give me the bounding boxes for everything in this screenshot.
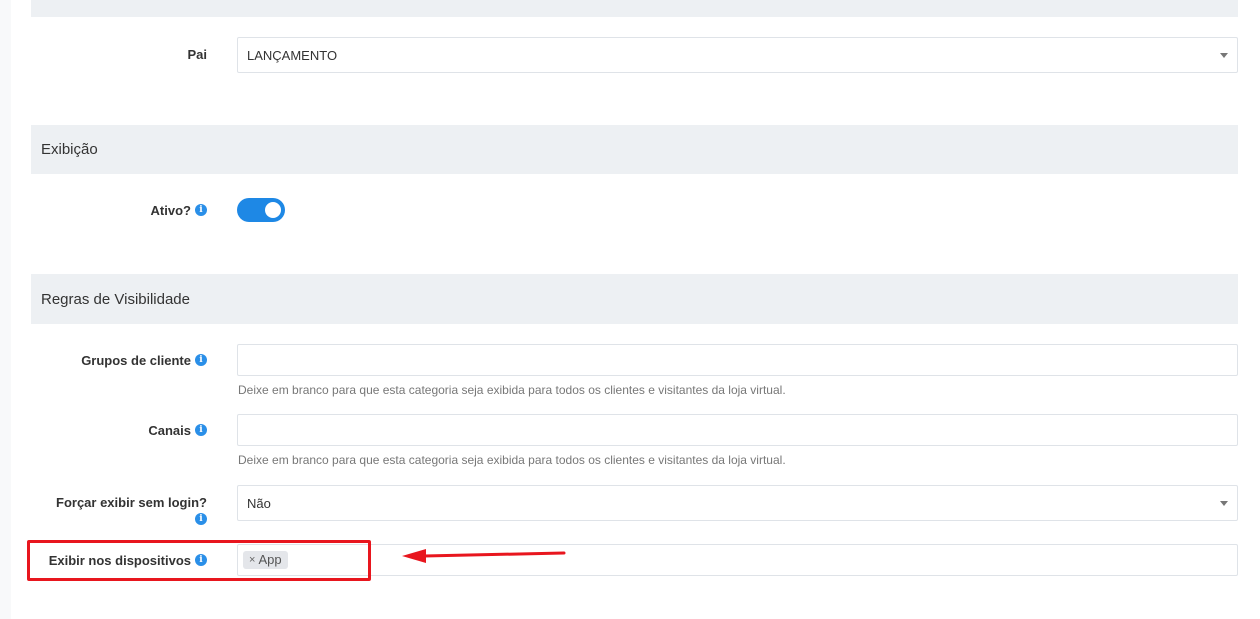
arrow-shaft (422, 551, 566, 558)
annotation-arrow (402, 549, 566, 563)
arrow-head (402, 549, 426, 563)
